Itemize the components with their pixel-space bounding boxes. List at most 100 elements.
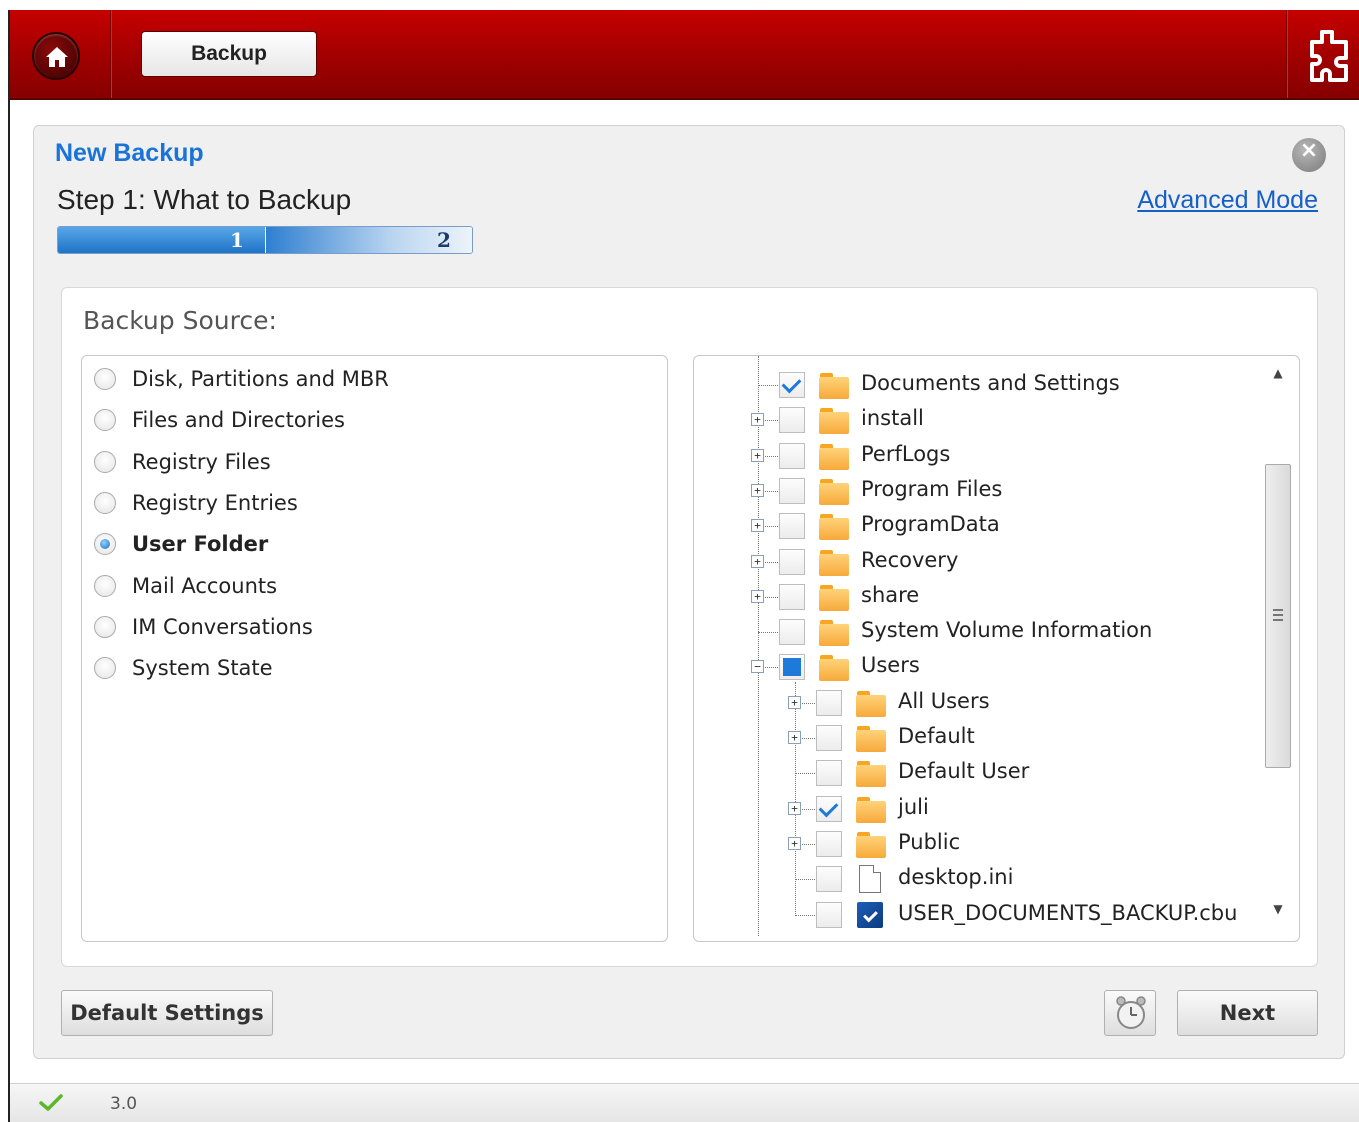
new-backup-panel: New Backup × Step 1: What to Backup Adva… <box>33 125 1345 1059</box>
tree-item[interactable]: USER_DOCUMENTS_BACKUP.cbu <box>694 898 1259 932</box>
collapse-icon[interactable]: − <box>751 660 764 674</box>
source-type-option[interactable]: User Folder <box>94 529 268 559</box>
tree-item[interactable]: + share <box>694 580 1259 614</box>
puzzle-plugin-icon[interactable] <box>1300 26 1356 88</box>
tree-checkbox[interactable] <box>779 548 805 575</box>
source-type-label: System State <box>132 656 273 681</box>
tree-checkbox[interactable] <box>779 654 805 681</box>
radio-button[interactable] <box>94 574 116 597</box>
tree-item[interactable]: − Users <box>694 650 1259 684</box>
tree-checkbox[interactable] <box>779 583 805 610</box>
expand-icon[interactable]: + <box>788 695 801 709</box>
backup-source-box: Backup Source: Disk, Partitions and MBR F… <box>61 287 1318 967</box>
expand-icon[interactable]: + <box>751 554 764 568</box>
folder-icon <box>819 442 849 470</box>
folder-icon <box>819 583 849 611</box>
tree-item[interactable]: + Public <box>694 827 1259 861</box>
next-button[interactable]: Next <box>1177 990 1318 1036</box>
close-icon: × <box>1299 138 1319 163</box>
source-type-option[interactable]: System State <box>94 653 273 683</box>
source-type-option[interactable]: Disk, Partitions and MBR <box>94 364 389 394</box>
tree-item[interactable]: + PerfLogs <box>694 439 1259 473</box>
radio-button[interactable] <box>94 533 116 556</box>
tree-item[interactable]: + All Users <box>694 686 1259 720</box>
expand-icon[interactable]: + <box>751 519 764 533</box>
radio-button[interactable] <box>94 368 116 390</box>
tree-checkbox[interactable] <box>816 795 842 822</box>
tree-checkbox[interactable] <box>779 407 805 434</box>
default-settings-button[interactable]: Default Settings <box>61 990 273 1036</box>
source-type-option[interactable]: Mail Accounts <box>94 571 277 601</box>
folder-icon <box>856 724 886 752</box>
radio-button[interactable] <box>94 450 116 473</box>
folder-icon <box>856 689 886 717</box>
toolbar-divider <box>110 10 111 98</box>
tree-checkbox[interactable] <box>816 901 842 928</box>
tree-checkbox[interactable] <box>779 442 805 469</box>
tree-item-label: juli <box>898 794 929 819</box>
tree-item-label: ProgramData <box>861 512 1000 537</box>
advanced-mode-link[interactable]: Advanced Mode <box>1137 186 1318 215</box>
tree-checkbox[interactable] <box>816 689 842 716</box>
source-type-option[interactable]: Registry Entries <box>94 488 298 518</box>
tree-item[interactable]: + Program Files <box>694 474 1259 508</box>
file-icon <box>859 865 881 894</box>
tree-checkbox[interactable] <box>816 760 842 787</box>
tab-backup[interactable]: Backup <box>141 31 317 77</box>
source-type-label: Disk, Partitions and MBR <box>132 367 389 391</box>
folder-icon <box>819 618 849 647</box>
scroll-up-arrow-icon[interactable]: ▲ <box>1269 366 1287 384</box>
progress-step-1-label: 1 <box>230 228 244 252</box>
tree-checkbox[interactable] <box>779 619 805 646</box>
scroll-down-arrow-icon[interactable]: ▼ <box>1269 902 1287 920</box>
source-type-option[interactable]: Registry Files <box>94 447 271 477</box>
folder-icon <box>819 653 849 682</box>
source-type-option[interactable]: Files and Directories <box>94 405 345 435</box>
tree-checkbox[interactable] <box>779 477 805 504</box>
expand-icon[interactable]: + <box>788 836 801 850</box>
tree-item-label: System Volume Information <box>861 618 1153 643</box>
expand-icon[interactable]: + <box>788 731 801 744</box>
tree-checkbox[interactable] <box>816 866 842 893</box>
tree-item-label: Program Files <box>861 476 1003 501</box>
tree-item[interactable]: System Volume Information <box>694 615 1259 649</box>
tree-item[interactable]: Default User <box>694 756 1259 790</box>
expand-icon[interactable]: + <box>751 448 764 462</box>
tree-item-label: Recovery <box>861 547 959 572</box>
tree-item[interactable]: desktop.ini <box>694 862 1259 896</box>
panel-title: New Backup <box>55 139 204 167</box>
tree-item[interactable]: + install <box>694 403 1259 437</box>
expand-icon[interactable]: + <box>751 589 764 603</box>
close-button[interactable]: × <box>1292 138 1326 172</box>
home-button[interactable] <box>32 32 80 80</box>
expand-icon[interactable]: + <box>751 483 764 497</box>
tree-connector <box>795 773 815 775</box>
expand-icon[interactable]: + <box>751 413 764 427</box>
source-tree[interactable]: Documents and Settings + install + PerfLogs +… <box>693 355 1300 942</box>
expand-icon[interactable]: + <box>788 801 801 815</box>
folder-icon <box>819 406 849 435</box>
tree-checkbox[interactable] <box>779 513 805 540</box>
tree-checkbox[interactable] <box>779 372 805 398</box>
tree-checkbox[interactable] <box>816 725 842 751</box>
schedule-button[interactable] <box>1104 990 1156 1036</box>
radio-button[interactable] <box>94 409 116 432</box>
tree-checkbox[interactable] <box>816 830 842 857</box>
source-type-option[interactable]: IM Conversations <box>94 612 313 642</box>
tree-item-label: PerfLogs <box>861 441 951 466</box>
tree-item[interactable]: + ProgramData <box>694 509 1259 543</box>
radio-button[interactable] <box>94 657 116 680</box>
toolbar-divider <box>1286 10 1287 98</box>
radio-button[interactable] <box>94 615 116 638</box>
tree-item[interactable]: + Recovery <box>694 545 1259 579</box>
tree-item[interactable]: + juli <box>694 792 1259 826</box>
tree-item[interactable]: + Default <box>694 721 1259 755</box>
source-type-label: Registry Files <box>132 449 271 474</box>
source-type-list: Disk, Partitions and MBR Files and Direct… <box>81 355 668 942</box>
tree-item[interactable]: Documents and Settings <box>694 368 1259 402</box>
tree-item-label: desktop.ini <box>898 865 1014 890</box>
radio-button[interactable] <box>94 491 116 514</box>
step-title: Step 1: What to Backup <box>57 184 352 215</box>
scroll-thumb[interactable] <box>1265 464 1291 768</box>
tree-scrollbar[interactable]: ▲ ▼ <box>1263 360 1293 937</box>
